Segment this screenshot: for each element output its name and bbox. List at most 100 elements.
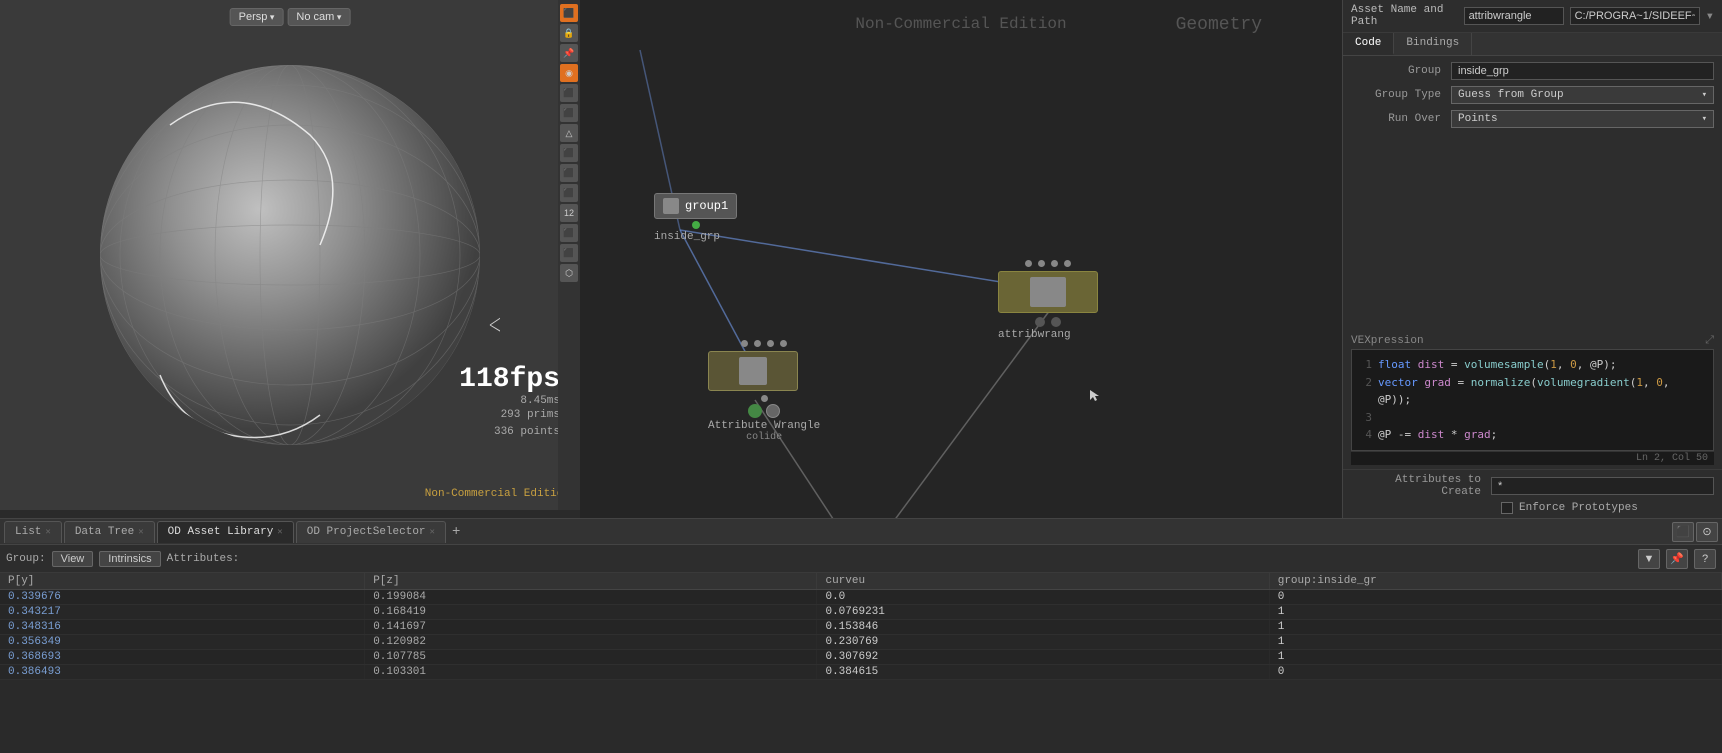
bt-filter-btn[interactable]: ▼ (1638, 549, 1660, 569)
group-type-arrow: ▾ (1702, 90, 1707, 100)
bt-help-btn[interactable]: ? (1694, 549, 1716, 569)
aw2-dot-2 (1038, 260, 1045, 267)
group-toolbar-label: Group: (6, 553, 46, 565)
vex-expand-icon[interactable]: ⤢ (1705, 335, 1714, 347)
enforce-label: Enforce Prototypes (1519, 502, 1638, 514)
aw2-dot-4 (1064, 260, 1071, 267)
tab-bindings[interactable]: Bindings (1394, 33, 1472, 55)
run-over-arrow: ▾ (1702, 114, 1707, 124)
asset-name-input[interactable] (1464, 7, 1564, 25)
aw2-icon (1030, 277, 1066, 307)
fps-overlay: 118fps 8.45ms 293 prims 336 points (459, 364, 560, 440)
view-btn[interactable]: View (52, 551, 94, 567)
side-tool-2[interactable]: 🔒 (560, 24, 578, 42)
aw2-out-dot-1 (1035, 317, 1045, 327)
bottom-toolbar: Group: View Intrinsics Attributes: ▼ 📌 ? (0, 545, 1722, 573)
asset-name-label: Asset Name and Path (1351, 4, 1458, 28)
run-over-value: Points (1458, 113, 1498, 125)
table-row: 0.348316 0.141697 0.153846 1 (0, 620, 1722, 635)
col-group: group:inside_gr (1270, 573, 1722, 589)
tab-list[interactable]: List ✕ (4, 521, 62, 543)
group-input[interactable] (1451, 62, 1714, 80)
group-type-dropdown[interactable]: Guess from Group ▾ (1451, 86, 1714, 104)
non-commercial-label: Non-Commercial Edition (425, 488, 570, 500)
enforce-checkbox[interactable] (1501, 502, 1513, 514)
group-type-value: Guess from Group (1458, 89, 1564, 101)
attr-create-row: Attributes to Create (1351, 474, 1714, 498)
bt-split-btn[interactable]: ⊙ (1696, 522, 1718, 542)
attr-section: Attributes to Create Enforce Prototypes (1343, 469, 1722, 518)
colide-icon (739, 357, 767, 385)
asset-name-row: Asset Name and Path ▾ (1343, 0, 1722, 33)
ng-geometry-label: Geometry (1176, 15, 1262, 35)
bt-collapse-btn[interactable]: ⬛ (1672, 522, 1694, 542)
side-tool-9[interactable]: ⬛ (560, 164, 578, 182)
side-tool-3[interactable]: 📌 (560, 44, 578, 62)
intrinsics-btn[interactable]: Intrinsics (99, 551, 160, 567)
col-py: P[y] (0, 573, 365, 589)
tab-add-button[interactable]: + (448, 524, 464, 540)
attribwrangle-label: attribwrang (998, 329, 1098, 341)
colide-node[interactable]: Attribute Wrangle colide (708, 340, 820, 443)
asset-path-input[interactable] (1570, 7, 1700, 25)
tab-datatree-close[interactable]: ✕ (138, 527, 143, 537)
vex-label-row: VEXpression ⤢ (1351, 335, 1714, 347)
prop-tabs: Code Bindings (1343, 33, 1722, 56)
tab-odasset-close[interactable]: ✕ (277, 527, 282, 537)
colide-box[interactable] (708, 351, 798, 391)
side-tool-8[interactable]: ⬛ (560, 144, 578, 162)
side-tool-14[interactable]: ⬡ (560, 264, 578, 282)
vex-label-text: VEXpression (1351, 335, 1424, 347)
tab-odproject-close[interactable]: ✕ (430, 527, 435, 537)
group-label: Group (1351, 65, 1451, 77)
bottom-panel: List ✕ Data Tree ✕ OD Asset Library ✕ OD… (0, 518, 1722, 753)
attribwrangle-node[interactable]: attribwrang (998, 260, 1098, 341)
attributes-toolbar-label: Attributes: (167, 553, 240, 565)
col-curveu: curveu (817, 573, 1269, 589)
expand-icon[interactable]: ▾ (1706, 8, 1714, 25)
run-over-dropdown[interactable]: Points ▾ (1451, 110, 1714, 128)
side-tool-6[interactable]: ⬛ (560, 104, 578, 122)
group1-sublabel: inside_grp (654, 231, 737, 243)
side-tool-7[interactable]: △ (560, 124, 578, 142)
vex-editor[interactable]: 1 float dist = volumesample(1, 0, @P); 2… (1351, 349, 1714, 451)
attr-create-label: Attributes to Create (1351, 474, 1491, 498)
group-type-label: Group Type (1351, 89, 1451, 101)
side-tool-5[interactable]: ⬛ (560, 84, 578, 102)
attr-create-input[interactable] (1491, 477, 1714, 495)
persp-button[interactable]: Persp (230, 8, 284, 26)
tab-od-project[interactable]: OD ProjectSelector ✕ (296, 521, 446, 543)
tab-code[interactable]: Code (1343, 33, 1394, 55)
group-row: Group (1351, 62, 1714, 80)
properties-panel: Asset Name and Path ▾ Code Bindings Grou… (1342, 0, 1722, 518)
viewport[interactable]: Persp No cam (0, 0, 580, 510)
table-header: P[y] P[z] curveu group:inside_gr (0, 573, 1722, 590)
node-graph[interactable]: Non-Commercial Edition Geometry group1 i… (580, 0, 1342, 518)
run-over-label: Run Over (1351, 113, 1451, 125)
tab-list-close[interactable]: ✕ (45, 527, 50, 537)
side-tool-13[interactable]: ⬛ (560, 244, 578, 262)
table-row: 0.339676 0.199084 0.0 0 (0, 590, 1722, 605)
bt-pin-btn[interactable]: 📌 (1666, 549, 1688, 569)
side-tool-12[interactable]: ⬛ (560, 224, 578, 242)
group1-node[interactable]: group1 inside_grp (654, 193, 737, 243)
tab-od-asset-library[interactable]: OD Asset Library ✕ (157, 521, 294, 543)
vex-line-4: 4 @P -= dist * grad; (1358, 426, 1707, 444)
ng-non-commercial: Non-Commercial Edition (855, 15, 1066, 33)
colide-out-dot (761, 395, 768, 402)
table-row: 0.368693 0.107785 0.307692 1 (0, 650, 1722, 665)
fps-display: 118fps (459, 364, 560, 395)
run-over-row: Run Over Points ▾ (1351, 110, 1714, 128)
side-tool-4[interactable]: ◉ (560, 64, 578, 82)
side-tool-11[interactable]: 12 (560, 204, 578, 222)
aw2-box[interactable] (998, 271, 1098, 313)
stats-display: 293 prims 336 points (459, 407, 560, 440)
tab-data-tree[interactable]: Data Tree ✕ (64, 521, 155, 543)
viewport-side-toolbar: ⬛ 🔒 📌 ◉ ⬛ ⬛ △ ⬛ ⬛ ⬛ 12 ⬛ ⬛ ⬡ (558, 0, 580, 510)
cam-button[interactable]: No cam (287, 8, 350, 26)
prop-section: Group Group Type Guess from Group ▾ Run … (1343, 56, 1722, 331)
side-tool-1[interactable]: ⬛ (560, 4, 578, 22)
colide-dot-3 (767, 340, 774, 347)
side-tool-10[interactable]: ⬛ (560, 184, 578, 202)
group1-dot (692, 221, 700, 229)
